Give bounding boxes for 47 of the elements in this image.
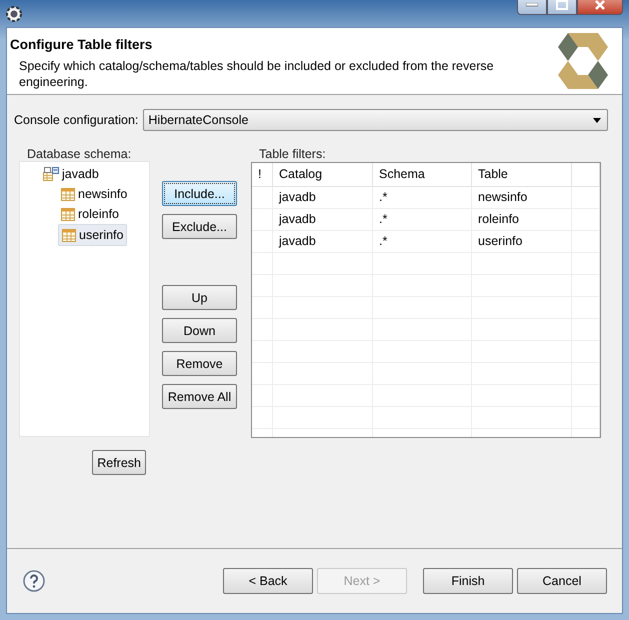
- gear-icon[interactable]: [5, 4, 23, 22]
- table-icon: [61, 188, 75, 200]
- column-header[interactable]: Schema: [373, 163, 472, 186]
- dropdown-arrow-icon: [593, 118, 601, 122]
- tree-item[interactable]: roleinfo: [58, 204, 122, 224]
- refresh-button[interactable]: Refresh: [92, 450, 146, 475]
- table-cell: newsinfo: [472, 187, 572, 208]
- page-title: Configure Table filters: [10, 37, 154, 52]
- table-cell: .*: [373, 187, 472, 208]
- wizard-button[interactable]: Cancel: [517, 568, 607, 594]
- close-icon: [594, 0, 606, 10]
- table-cell: roleinfo: [472, 209, 572, 230]
- action-button[interactable]: Include...: [162, 181, 237, 206]
- wizard-button[interactable]: < Back: [223, 568, 313, 594]
- tree-item[interactable]: userinfo: [58, 224, 128, 246]
- table-cell: javadb: [273, 187, 373, 208]
- wizard-button[interactable]: Finish: [423, 568, 513, 594]
- table-cell: javadb: [273, 209, 373, 230]
- console-configuration-label: Console configuration:: [14, 113, 138, 127]
- close-button[interactable]: [577, 0, 623, 15]
- table-cell: .*: [373, 209, 472, 230]
- table-cell: userinfo: [472, 231, 572, 252]
- column-header[interactable]: !: [252, 163, 273, 186]
- maximize-button[interactable]: [547, 0, 577, 15]
- group-label: Database schema:: [26, 147, 132, 161]
- table-cell: javadb: [273, 231, 373, 252]
- action-button[interactable]: Remove: [162, 351, 237, 376]
- table-cell: .*: [373, 231, 472, 252]
- maximize-icon: [556, 0, 568, 10]
- page-description: Specify which catalog/schema/tables should be included or excluded from the reverse engineering.: [19, 58, 495, 90]
- minimize-button[interactable]: [517, 0, 547, 15]
- help-icon[interactable]: [23, 570, 45, 592]
- action-button[interactable]: Up: [162, 285, 237, 310]
- action-button[interactable]: Down: [162, 318, 237, 343]
- tree-item[interactable]: javadb: [40, 164, 102, 184]
- table-icon: [61, 208, 75, 220]
- database-schema-icon: [43, 167, 59, 181]
- table-icon: [62, 228, 76, 242]
- action-button[interactable]: Remove All: [162, 384, 237, 409]
- column-header[interactable]: Table: [472, 163, 572, 186]
- tree-item[interactable]: newsinfo: [58, 184, 130, 204]
- minimize-icon: [526, 2, 538, 6]
- action-button[interactable]: Exclude...: [162, 214, 237, 239]
- group-label: Table filters:: [258, 147, 326, 161]
- console-configuration-dropdown[interactable]: HibernateConsole: [143, 109, 608, 131]
- column-header[interactable]: Catalog: [273, 163, 373, 186]
- cube-logo-icon: [558, 33, 608, 89]
